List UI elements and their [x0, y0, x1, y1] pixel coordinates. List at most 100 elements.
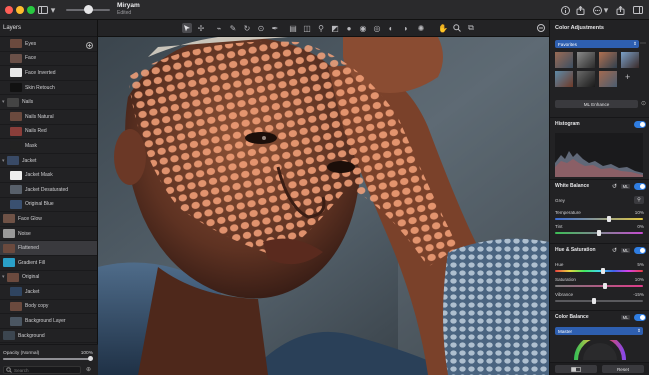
layer-row[interactable]: ▾ Nails: [0, 95, 97, 110]
layer-row[interactable]: Nails Natural: [0, 110, 97, 125]
minimize-window-button[interactable]: [16, 6, 24, 14]
inspector-toggle-icon[interactable]: [632, 3, 644, 17]
preset-thumbnail[interactable]: [599, 52, 617, 68]
temperature-slider[interactable]: [555, 216, 643, 222]
search-input[interactable]: [14, 367, 80, 373]
layer-row[interactable]: Original Blue: [0, 198, 97, 213]
layer-name: Jacket: [25, 288, 40, 295]
dodge-tool-icon[interactable]: ◐: [386, 23, 396, 33]
eyedropper-icon[interactable]: ⚲: [634, 196, 644, 204]
preset-thumbnail[interactable]: [599, 71, 617, 87]
sponge-tool-icon[interactable]: ◎: [372, 23, 382, 33]
pencil-tool-icon[interactable]: ✎: [228, 23, 238, 33]
layer-row[interactable]: ▾ Original: [0, 271, 97, 286]
reset-button[interactable]: Reset: [602, 365, 644, 373]
layer-row[interactable]: Face Inverted: [0, 66, 97, 81]
layer-row[interactable]: Mask: [0, 139, 97, 154]
presets-dropdown[interactable]: Favorites ⇕: [555, 40, 639, 48]
layer-row[interactable]: Jacket Desaturated: [0, 183, 97, 198]
tint-slider-knob[interactable]: [597, 230, 601, 236]
burn-tool-icon[interactable]: ◑: [400, 23, 410, 33]
layer-row[interactable]: Eyes: [0, 37, 97, 52]
image-canvas[interactable]: [98, 37, 549, 375]
sharpen-tool-icon[interactable]: ◉: [358, 23, 368, 33]
ml-options-icon[interactable]: ⊙: [641, 100, 646, 107]
preset-thumbnail[interactable]: [555, 71, 573, 87]
layer-row[interactable]: ▾ Jacket: [0, 154, 97, 169]
vibrance-slider[interactable]: [555, 298, 643, 304]
pen-tool-icon[interactable]: ✒: [270, 23, 280, 33]
layer-row[interactable]: Flattened: [0, 241, 97, 256]
share-icon[interactable]: [615, 3, 625, 17]
crop-tool-icon[interactable]: ⧉: [466, 23, 476, 33]
zoom-window-button[interactable]: [27, 6, 35, 14]
eyedropper-tool-icon[interactable]: ⚲: [316, 23, 326, 33]
color-balance-range-dropdown[interactable]: Master ⇕: [555, 327, 643, 335]
layer-row[interactable]: Face: [0, 52, 97, 67]
saturation-slider[interactable]: [555, 283, 643, 289]
layer-search-field[interactable]: [3, 366, 81, 374]
more-icon[interactable]: [592, 3, 602, 17]
chevron-down-icon[interactable]: ▾: [603, 3, 609, 17]
layer-options-icon[interactable]: ⊕: [86, 366, 91, 373]
ml-badge[interactable]: ML: [621, 183, 630, 189]
tint-slider[interactable]: [555, 230, 643, 236]
layer-row[interactable]: Jacket: [0, 285, 97, 300]
vibrance-slider-knob[interactable]: [592, 298, 596, 304]
export-icon[interactable]: [575, 3, 585, 17]
layer-row[interactable]: Gradient Fill: [0, 256, 97, 271]
zoom-slider-knob[interactable]: [84, 5, 93, 14]
white-balance-toggle[interactable]: [634, 183, 646, 190]
histogram-toggle[interactable]: [634, 121, 646, 128]
presets-options-icon[interactable]: ⋯: [640, 40, 646, 47]
effects-tool-icon[interactable]: ✺: [416, 23, 426, 33]
opacity-slider-knob[interactable]: [88, 356, 93, 361]
revert-icon[interactable]: ↺: [612, 183, 617, 190]
zoom-tool-icon[interactable]: [452, 23, 462, 33]
sidebar-toggle-icon[interactable]: [37, 3, 49, 17]
color-balance-toggle[interactable]: [634, 314, 646, 321]
ml-enhance-button[interactable]: ML Enhance: [555, 100, 638, 108]
brush-tool-icon[interactable]: ⌁: [214, 23, 224, 33]
layer-row[interactable]: Background Layer: [0, 314, 97, 329]
saturation-slider-knob[interactable]: [603, 283, 607, 289]
hand-tool-icon[interactable]: ✋: [438, 23, 448, 33]
layer-row[interactable]: Noise: [0, 227, 97, 242]
preset-thumbnail[interactable]: [555, 52, 573, 68]
preset-thumbnail[interactable]: [621, 52, 639, 68]
close-window-button[interactable]: [5, 6, 13, 14]
ml-badge[interactable]: ML: [621, 314, 630, 320]
revert-icon[interactable]: ↺: [612, 247, 617, 254]
rectangle-tool-icon[interactable]: ▤: [288, 23, 298, 33]
disclosure-triangle-icon[interactable]: ▾: [2, 158, 5, 164]
chevron-down-icon[interactable]: ▾: [50, 3, 56, 17]
hue-saturation-toggle[interactable]: [634, 247, 646, 254]
repair-tool-icon[interactable]: ↻: [242, 23, 252, 33]
info-icon[interactable]: [560, 3, 570, 17]
temperature-slider-knob[interactable]: [607, 216, 611, 222]
color-wheel[interactable]: [572, 340, 628, 360]
add-preset-icon[interactable]: +: [625, 72, 630, 82]
layer-row[interactable]: Face Glow: [0, 212, 97, 227]
opacity-slider[interactable]: [3, 358, 91, 360]
transform-tool-icon[interactable]: ✢: [196, 23, 206, 33]
ml-badge[interactable]: ML: [621, 247, 630, 253]
layer-row[interactable]: Background: [0, 329, 97, 344]
gradient-tool-icon[interactable]: ◩: [330, 23, 340, 33]
layer-row[interactable]: Body copy: [0, 300, 97, 315]
preset-thumbnail[interactable]: [577, 71, 595, 87]
bucket-tool-icon[interactable]: ◫: [302, 23, 312, 33]
layer-row[interactable]: Jacket Mask: [0, 168, 97, 183]
layer-row[interactable]: Skin Retouch: [0, 81, 97, 96]
layer-row[interactable]: Nails Red: [0, 125, 97, 140]
preset-thumbnail[interactable]: [577, 52, 595, 68]
hue-slider[interactable]: [555, 268, 643, 274]
select-tool-icon[interactable]: [182, 23, 192, 33]
tool-options-icon[interactable]: [536, 23, 546, 33]
disclosure-triangle-icon[interactable]: ▾: [2, 99, 5, 105]
hue-slider-knob[interactable]: [601, 268, 605, 274]
clone-tool-icon[interactable]: ⊙: [256, 23, 266, 33]
blur-tool-icon[interactable]: ●: [344, 23, 354, 33]
compare-button[interactable]: [555, 365, 597, 373]
disclosure-triangle-icon[interactable]: ▾: [2, 274, 5, 280]
